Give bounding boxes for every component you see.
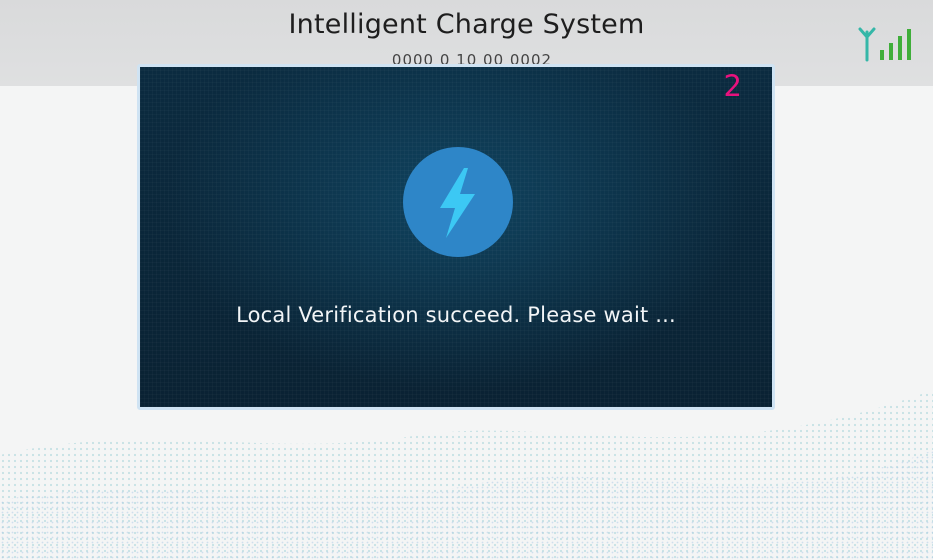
verification-dialog: 2 Local Verification succeed. Please wai… [137,64,775,410]
lightning-bolt-icon [403,147,513,257]
countdown-timer: 2 [723,69,742,103]
status-message: Local Verification succeed. Please wait … [236,303,676,327]
app-title: Intelligent Charge System [288,9,645,40]
signal-strength-icon [858,27,911,62]
